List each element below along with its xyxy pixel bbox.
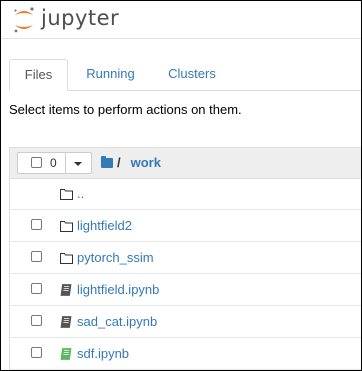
item-name[interactable]: lightfield.ipynb xyxy=(77,282,159,297)
notebook-icon xyxy=(60,315,72,328)
selected-count: 0 xyxy=(50,156,57,170)
header: jupyter xyxy=(1,1,361,39)
tab-running[interactable]: Running xyxy=(72,59,149,90)
breadcrumb-current[interactable]: work xyxy=(131,155,161,170)
home-folder-icon[interactable] xyxy=(101,155,113,168)
running-notebook-icon xyxy=(60,347,72,360)
select-all-checkbox[interactable] xyxy=(31,157,42,168)
logo-text: jupyter xyxy=(41,6,120,30)
jupyter-logo-icon xyxy=(12,6,36,34)
item-name[interactable]: pytorch_ssim xyxy=(77,250,154,265)
item-checkbox[interactable] xyxy=(31,347,42,358)
select-all-button[interactable]: 0 xyxy=(17,152,66,174)
item-name[interactable]: .. xyxy=(77,186,84,201)
jupyter-logo[interactable]: jupyter xyxy=(12,5,119,35)
list-item[interactable]: lightfield2 xyxy=(10,210,361,242)
file-list: 0 / work .. lightfield2 pytorch_ssim lig… xyxy=(9,147,361,370)
select-menu-dropdown[interactable] xyxy=(66,152,92,174)
folder-icon xyxy=(60,187,73,200)
item-checkbox[interactable] xyxy=(31,315,42,326)
item-checkbox[interactable] xyxy=(31,219,42,230)
tab-clusters[interactable]: Clusters xyxy=(154,59,230,90)
list-item[interactable]: sdf.ipynb xyxy=(10,338,361,370)
breadcrumb: / work xyxy=(101,155,161,170)
select-all-group: 0 xyxy=(17,152,92,174)
item-checkbox[interactable] xyxy=(31,283,42,294)
item-checkbox[interactable] xyxy=(31,251,42,262)
item-name[interactable]: sdf.ipynb xyxy=(77,346,129,361)
folder-icon xyxy=(60,251,73,264)
list-header: 0 / work xyxy=(10,148,361,179)
jupyter-window: jupyter Files Running Clusters Select it… xyxy=(0,0,362,371)
tab-files[interactable]: Files xyxy=(9,59,68,91)
breadcrumb-separator: / xyxy=(117,155,121,170)
instructions-text: Select items to perform actions on them. xyxy=(9,102,242,117)
notebook-icon xyxy=(60,283,72,296)
list-item[interactable]: sad_cat.ipynb xyxy=(10,306,361,338)
list-item-parent[interactable]: .. xyxy=(10,178,361,210)
list-item[interactable]: pytorch_ssim xyxy=(10,242,361,274)
folder-icon xyxy=(60,219,73,232)
item-name[interactable]: lightfield2 xyxy=(77,218,132,233)
tab-bar: Files Running Clusters xyxy=(9,59,361,91)
list-item[interactable]: lightfield.ipynb xyxy=(10,274,361,306)
item-name[interactable]: sad_cat.ipynb xyxy=(77,314,157,329)
